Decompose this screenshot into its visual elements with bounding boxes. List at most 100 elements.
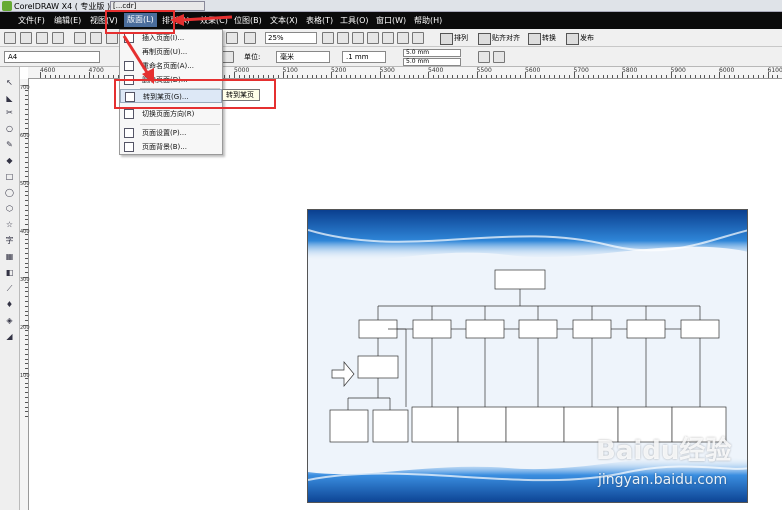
ruler-tick xyxy=(25,349,28,350)
duplicate-x-field[interactable]: 5.0 mm xyxy=(403,49,461,57)
menu-tools[interactable]: 工具(O) xyxy=(340,15,369,26)
ruler-tick xyxy=(25,301,28,302)
welcome-screen-icon[interactable] xyxy=(244,32,256,44)
zoom-width-icon[interactable] xyxy=(397,32,409,44)
ruler-tick xyxy=(73,75,75,78)
ruler-tick xyxy=(25,358,28,360)
ruler-tick xyxy=(583,75,585,78)
ruler-tick xyxy=(25,118,28,120)
page-background-item[interactable]: 页面背景(B)... xyxy=(120,140,222,154)
menu-file[interactable]: 文件(F) xyxy=(18,15,45,26)
pick-tool-icon[interactable]: ↖ xyxy=(3,77,16,88)
ruler-tick xyxy=(525,72,526,78)
ruler-tick xyxy=(646,75,648,78)
interactive-fill-icon[interactable]: ◢ xyxy=(3,331,16,342)
ruler-tick xyxy=(612,75,614,78)
crop-tool-icon[interactable]: ✂ xyxy=(3,107,16,118)
nudge-distance-field[interactable]: .1 mm xyxy=(342,51,386,63)
open-icon[interactable] xyxy=(20,32,32,44)
duplicate-y-field[interactable]: 5.0 mm xyxy=(403,58,461,66)
ruler-tick xyxy=(364,75,366,78)
menu-view[interactable]: 视图(V) xyxy=(90,15,118,26)
ruler-tick xyxy=(709,75,711,78)
ruler-tick xyxy=(59,75,61,78)
save-icon[interactable] xyxy=(36,32,48,44)
polygon-tool-icon[interactable]: ⬡ xyxy=(3,203,16,214)
zoom-out-icon[interactable] xyxy=(337,32,349,44)
menu-text[interactable]: 文本(X) xyxy=(270,15,298,26)
menu-edit[interactable]: 编辑(E) xyxy=(54,15,81,26)
text-tool-icon[interactable]: 字 xyxy=(3,235,16,246)
outline-tool-icon[interactable]: ♦ xyxy=(3,299,16,310)
ruler-tick xyxy=(25,281,28,283)
ruler-tick xyxy=(398,75,400,78)
ruler-h-label: 4700 xyxy=(88,67,104,74)
eyedropper-tool-icon[interactable]: ⟋ xyxy=(3,283,16,294)
page-setup-item[interactable]: 页面设置(P)... xyxy=(120,126,222,140)
page-layout-icon[interactable] xyxy=(478,51,490,63)
ruler-tick xyxy=(25,123,28,125)
freehand-tool-icon[interactable]: ✎ xyxy=(3,139,16,150)
table-tool-icon[interactable]: ▦ xyxy=(3,251,16,262)
smart-fill-icon[interactable]: ◆ xyxy=(3,155,16,166)
switch-orientation-label: 切换页面方向(R) xyxy=(142,110,195,118)
menu-window[interactable]: 窗口(W) xyxy=(376,15,406,26)
basic-shapes-icon[interactable]: ☆ xyxy=(3,219,16,230)
ruler-tick xyxy=(25,166,28,168)
arrange-button[interactable]: 排列 xyxy=(440,32,468,45)
ruler-tick xyxy=(520,75,522,78)
interactive-blend-icon[interactable]: ◧ xyxy=(3,267,16,278)
ruler-tick xyxy=(25,238,28,240)
ruler-h-label: 5800 xyxy=(622,67,638,74)
ruler-tick xyxy=(267,75,269,78)
ruler-tick xyxy=(25,315,28,317)
zoom-selected-icon[interactable] xyxy=(352,32,364,44)
ruler-tick xyxy=(680,75,682,78)
new-document-icon[interactable] xyxy=(4,32,16,44)
copy-icon[interactable] xyxy=(90,32,102,44)
page-layout-alt-icon[interactable] xyxy=(493,51,505,63)
ruler-tick xyxy=(25,128,28,130)
zoom-level-select[interactable]: 25% xyxy=(265,32,317,44)
zoom-height-icon[interactable] xyxy=(412,32,424,44)
zoom-page-icon[interactable] xyxy=(382,32,394,44)
menu-separator xyxy=(140,124,220,125)
ruler-tick xyxy=(23,277,28,278)
ruler-tick xyxy=(98,75,100,78)
ruler-tick xyxy=(563,75,565,78)
rectangle-tool-icon[interactable]: □ xyxy=(3,171,16,182)
ruler-tick xyxy=(292,75,294,78)
switch-orientation-item[interactable]: 切换页面方向(R) xyxy=(120,107,222,121)
page-size-select[interactable]: A4 xyxy=(4,51,100,63)
ruler-tick xyxy=(112,75,114,78)
snap-align-button[interactable]: 贴齐对齐 xyxy=(478,32,520,45)
ruler-h-label: 5600 xyxy=(525,67,541,74)
zoom-all-icon[interactable] xyxy=(367,32,379,44)
ruler-tick xyxy=(719,72,720,78)
ruler-tick xyxy=(777,75,779,78)
publish-button[interactable]: 发布 xyxy=(566,32,594,45)
zoom-in-icon[interactable] xyxy=(322,32,334,44)
zoom-tool-icon[interactable]: ○ xyxy=(3,123,16,134)
unit-select[interactable]: 毫米 xyxy=(276,51,330,63)
ruler-h-label: 5900 xyxy=(670,67,686,74)
menu-table[interactable]: 表格(T) xyxy=(306,15,333,26)
menu-help[interactable]: 帮助(H) xyxy=(414,15,442,26)
fill-tool-icon[interactable]: ◈ xyxy=(3,315,16,326)
vertical-ruler[interactable]: 700 600 500 400 300 200 100 xyxy=(20,79,30,510)
ruler-tick xyxy=(534,75,536,78)
ruler-tick xyxy=(49,75,51,78)
convert-button[interactable]: 转换 xyxy=(528,32,556,45)
ruler-tick xyxy=(685,75,687,78)
ruler-tick xyxy=(665,75,667,78)
ruler-tick xyxy=(25,176,28,178)
cut-icon[interactable] xyxy=(74,32,86,44)
ruler-tick xyxy=(316,75,318,78)
ruler-tick xyxy=(25,353,28,355)
paste-icon[interactable] xyxy=(106,32,118,44)
ellipse-tool-icon[interactable]: ◯ xyxy=(3,187,16,198)
shape-tool-icon[interactable]: ◣ xyxy=(3,93,16,104)
print-icon[interactable] xyxy=(52,32,64,44)
ruler-tick xyxy=(25,291,28,293)
ruler-tick xyxy=(694,75,696,78)
